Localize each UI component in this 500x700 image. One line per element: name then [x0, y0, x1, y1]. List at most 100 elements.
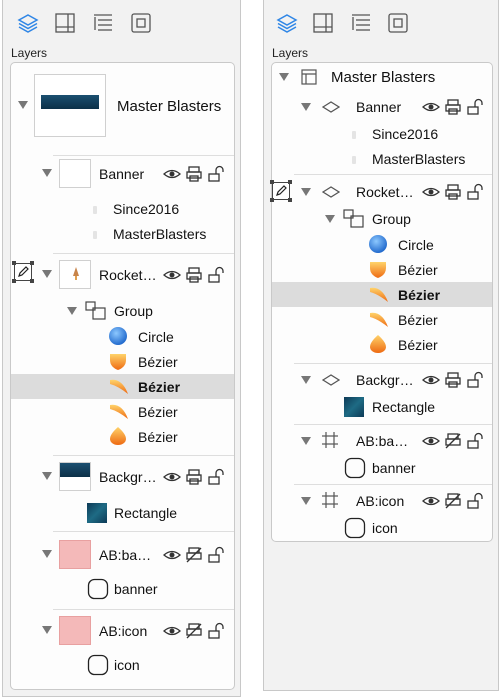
- layer-row-shape[interactable]: Circle: [272, 232, 492, 257]
- layer-row-shape[interactable]: Circle: [11, 324, 234, 349]
- disclosure-triangle-icon[interactable]: [301, 376, 311, 384]
- print-disabled-icon[interactable]: [185, 622, 203, 640]
- visibility-eye-icon[interactable]: [422, 371, 440, 389]
- unlock-icon[interactable]: [466, 371, 484, 389]
- unlock-icon[interactable]: [207, 546, 225, 564]
- disclosure-triangle-icon[interactable]: [301, 437, 311, 445]
- layer-row-rocket[interactable]: Rocket…: [11, 257, 234, 293]
- layer-row-shape-selected[interactable]: Bézier: [272, 282, 492, 307]
- layer-row-shape[interactable]: Bézier: [272, 332, 492, 357]
- layer-label: banner: [114, 581, 158, 597]
- layer-row-text[interactable]: MasterBlasters: [11, 222, 234, 246]
- layers-list[interactable]: Master Blasters Banner Since2016 MasterB…: [10, 62, 235, 690]
- print-disabled-icon[interactable]: [444, 432, 462, 450]
- print-disabled-icon[interactable]: [185, 546, 203, 564]
- print-icon[interactable]: [444, 98, 462, 116]
- layer-row-shape[interactable]: Bézier: [11, 349, 234, 374]
- layer-label: Rectangle: [114, 505, 178, 521]
- unlock-icon[interactable]: [466, 183, 484, 201]
- artboard-icon: [321, 431, 339, 449]
- disclosure-triangle-icon[interactable]: [325, 215, 335, 223]
- outline-icon[interactable]: [91, 11, 115, 35]
- unlock-icon[interactable]: [207, 266, 225, 284]
- disclosure-triangle-icon[interactable]: [67, 307, 77, 315]
- layer-row-background[interactable]: Backgr…: [272, 366, 492, 394]
- unlock-icon[interactable]: [207, 468, 225, 486]
- layer-row-symbol[interactable]: banner: [11, 576, 234, 602]
- layer-row-symbol[interactable]: icon: [11, 652, 234, 678]
- visibility-eye-icon[interactable]: [163, 165, 181, 183]
- layers-panel-left: Layers Master Blasters Banner Since2016: [2, 0, 241, 697]
- layer-row-artboard[interactable]: AB:ba…: [272, 427, 492, 455]
- visibility-eye-icon[interactable]: [422, 432, 440, 450]
- disclosure-triangle-icon[interactable]: [18, 101, 28, 109]
- layer-row-shape-selected[interactable]: Bézier: [11, 374, 234, 399]
- editor-pencil-icon[interactable]: [12, 261, 34, 283]
- disclosure-triangle-icon[interactable]: [42, 270, 52, 278]
- layer-row-symbol[interactable]: banner: [272, 455, 492, 481]
- unlock-icon[interactable]: [466, 98, 484, 116]
- selection-icon[interactable]: [129, 11, 153, 35]
- disclosure-triangle-icon[interactable]: [301, 188, 311, 196]
- layer-row-text[interactable]: Since2016: [11, 197, 234, 221]
- visibility-eye-icon[interactable]: [422, 183, 440, 201]
- disclosure-triangle-icon[interactable]: [42, 169, 52, 177]
- layer-row-shape[interactable]: Bézier: [272, 257, 492, 282]
- layer-row-group[interactable]: Group: [272, 207, 492, 231]
- layers-list[interactable]: Master Blasters Banner Since2016 MasterB…: [271, 62, 493, 542]
- bezier-swoosh-icon: [368, 284, 390, 304]
- unlock-icon[interactable]: [207, 165, 225, 183]
- layers-icon[interactable]: [16, 11, 40, 35]
- disclosure-triangle-icon[interactable]: [301, 497, 311, 505]
- layer-row-banner[interactable]: Banner: [272, 93, 492, 121]
- layer-label: Bézier: [138, 429, 178, 445]
- layer-row-artboard[interactable]: AB:ba…: [11, 537, 234, 573]
- editor-pencil-icon[interactable]: [270, 180, 292, 202]
- layer-row-text[interactable]: Since2016: [272, 122, 492, 146]
- print-icon[interactable]: [185, 165, 203, 183]
- canvas-icon[interactable]: [311, 11, 335, 35]
- layer-row-group[interactable]: Group: [11, 299, 234, 323]
- disclosure-triangle-icon[interactable]: [279, 73, 289, 81]
- print-disabled-icon[interactable]: [444, 492, 462, 510]
- disclosure-triangle-icon[interactable]: [301, 103, 311, 111]
- visibility-eye-icon[interactable]: [422, 492, 440, 510]
- layer-row-shape[interactable]: Bézier: [272, 307, 492, 332]
- print-icon[interactable]: [444, 183, 462, 201]
- visibility-eye-icon[interactable]: [163, 266, 181, 284]
- visibility-eye-icon[interactable]: [422, 98, 440, 116]
- layer-row-canvas[interactable]: Master Blasters: [272, 65, 492, 89]
- layer-row-shape[interactable]: Bézier: [11, 399, 234, 424]
- layer-row-banner[interactable]: Banner: [11, 156, 234, 192]
- disclosure-triangle-icon[interactable]: [42, 472, 52, 480]
- layer-row-rocket[interactable]: Rocket…: [272, 178, 492, 206]
- layers-panel-right: Layers Master Blasters Banner Since2016 …: [263, 0, 499, 691]
- canvas-icon[interactable]: [53, 11, 77, 35]
- layer-row-text[interactable]: MasterBlasters: [272, 147, 492, 171]
- unlock-icon[interactable]: [207, 622, 225, 640]
- slice-diamond-icon: [322, 100, 340, 114]
- artboard-thumbnail: [59, 540, 91, 569]
- visibility-eye-icon[interactable]: [163, 546, 181, 564]
- layer-label: AB:icon: [356, 493, 405, 509]
- unlock-icon[interactable]: [466, 492, 484, 510]
- visibility-eye-icon[interactable]: [163, 468, 181, 486]
- layer-row-shape[interactable]: Rectangle: [11, 500, 234, 526]
- disclosure-triangle-icon[interactable]: [42, 626, 52, 634]
- layer-row-background[interactable]: Backgr…: [11, 459, 234, 495]
- layer-row-artboard[interactable]: AB:icon: [272, 487, 492, 515]
- print-icon[interactable]: [185, 468, 203, 486]
- selection-icon[interactable]: [386, 11, 410, 35]
- layer-row-artboard[interactable]: AB:icon: [11, 613, 234, 649]
- layer-row-canvas[interactable]: Master Blasters: [11, 63, 234, 155]
- visibility-eye-icon[interactable]: [163, 622, 181, 640]
- print-icon[interactable]: [185, 266, 203, 284]
- disclosure-triangle-icon[interactable]: [42, 550, 52, 558]
- layers-icon[interactable]: [275, 11, 299, 35]
- unlock-icon[interactable]: [466, 432, 484, 450]
- print-icon[interactable]: [444, 371, 462, 389]
- outline-icon[interactable]: [349, 11, 373, 35]
- layer-row-shape[interactable]: Rectangle: [272, 394, 492, 420]
- layer-row-symbol[interactable]: icon: [272, 515, 492, 541]
- layer-row-shape[interactable]: Bézier: [11, 424, 234, 449]
